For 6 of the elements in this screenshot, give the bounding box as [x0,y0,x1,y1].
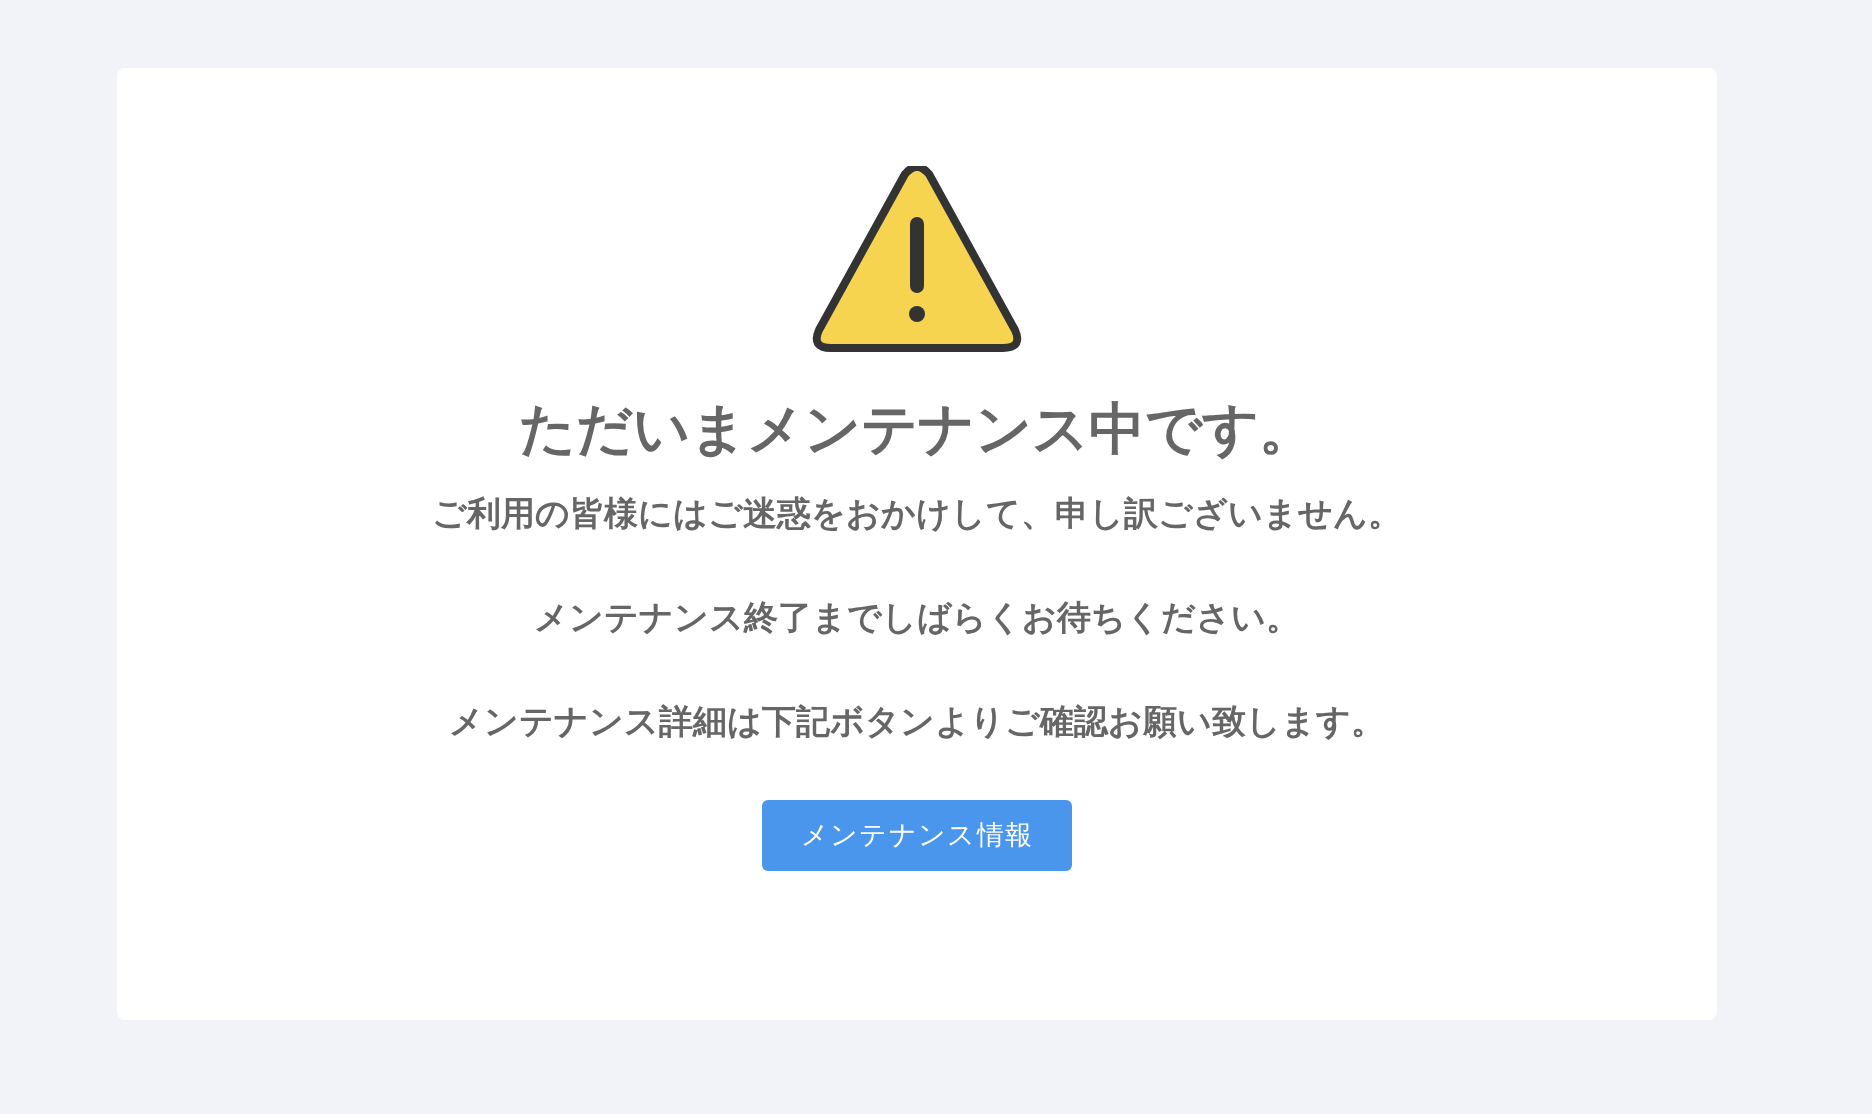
message-text: ご利用の皆様にはご迷惑をおかけして、申し訳ございません。 [432,493,1402,534]
message-text: メンテナンス終了までしばらくお待ちください。 [534,597,1300,638]
warning-icon [811,166,1023,354]
heading: ただいまメンテナンス中です。 [519,396,1315,462]
maintenance-info-button[interactable]: メンテナンス情報 [762,800,1072,871]
message-text: メンテナンス詳細は下記ボタンよりご確認お願い致します。 [449,701,1385,742]
